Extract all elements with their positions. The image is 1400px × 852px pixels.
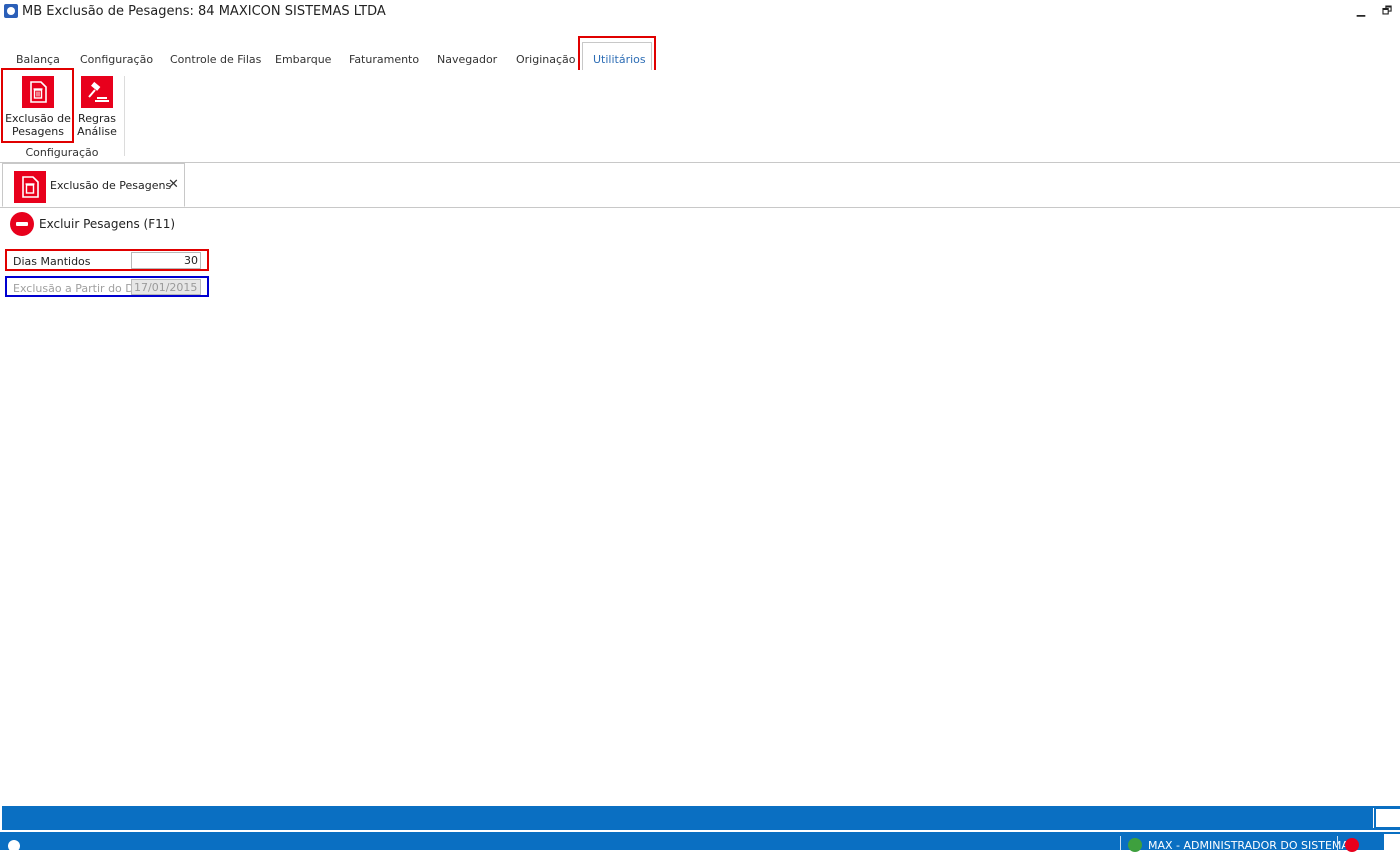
taskbar-separator: [1337, 836, 1338, 850]
tab-navegador[interactable]: Navegador: [437, 53, 497, 66]
tab-balanca[interactable]: Balança: [16, 53, 60, 66]
document-tab-exclusao[interactable]: Exclusão de Pesagens ✕: [2, 163, 185, 207]
current-user: MAX - ADMINISTRADOR DO SISTEMA: [1148, 839, 1349, 852]
ribbon-panel: Exclusão de Pesagens Regras Análise Conf…: [0, 68, 1400, 163]
gavel-icon: [81, 76, 113, 108]
taskbar-panel: [1384, 834, 1400, 850]
exclusao-a-partir-label: Exclusão a Partir do Dia: [13, 282, 144, 295]
dias-mantidos-label: Dias Mantidos: [13, 255, 91, 268]
tab-configuracao[interactable]: Configuração: [80, 53, 153, 66]
tab-embarque[interactable]: Embarque: [275, 53, 331, 66]
bottom-bar: MAX - ADMINISTRADOR DO SISTEMA: [0, 832, 1400, 852]
status-panel: [1376, 809, 1400, 827]
excluir-pesagens-label: Excluir Pesagens (F11): [39, 217, 176, 231]
regras-label-line2: Análise: [77, 125, 117, 138]
restore-button[interactable]: 🗗: [1378, 2, 1396, 20]
ribbon-tab-row: Balança Configuração Controle de Filas E…: [0, 46, 1400, 71]
status-bar: [2, 806, 1400, 830]
ribbon-group-separator: [124, 76, 125, 156]
exclusao-a-partir-row: Exclusão a Partir do Dia: [5, 276, 209, 297]
ribbon-group-label: Configuração: [25, 146, 99, 159]
remove-circle-icon: [10, 212, 34, 236]
status-separator: [1373, 808, 1374, 828]
exclusao-button-highlight: [1, 68, 74, 143]
delete-document-icon: [14, 171, 46, 203]
dias-mantidos-row: Dias Mantidos: [5, 249, 209, 271]
regras-analise-button[interactable]: Regras Análise: [76, 76, 118, 138]
tab-originacao[interactable]: Originação: [516, 53, 576, 66]
app-icon: [4, 4, 18, 18]
tab-faturamento[interactable]: Faturamento: [349, 53, 419, 66]
document-tab-strip: Exclusão de Pesagens ✕: [0, 163, 1400, 208]
exclusao-a-partir-input: [131, 279, 201, 295]
document-tab-label: Exclusão de Pesagens: [50, 179, 172, 192]
minimize-button[interactable]: ▁: [1352, 2, 1370, 20]
title-bar: MB Exclusão de Pesagens: 84 MAXICON SIST…: [0, 0, 1400, 24]
close-icon[interactable]: ✕: [168, 177, 179, 192]
window-title: MB Exclusão de Pesagens: 84 MAXICON SIST…: [22, 4, 386, 19]
globe-icon[interactable]: [8, 840, 20, 852]
taskbar-separator: [1120, 836, 1121, 850]
regras-label-line1: Regras: [78, 112, 116, 125]
dias-mantidos-input[interactable]: [131, 252, 201, 269]
tab-controle-de-filas[interactable]: Controle de Filas: [170, 53, 261, 66]
